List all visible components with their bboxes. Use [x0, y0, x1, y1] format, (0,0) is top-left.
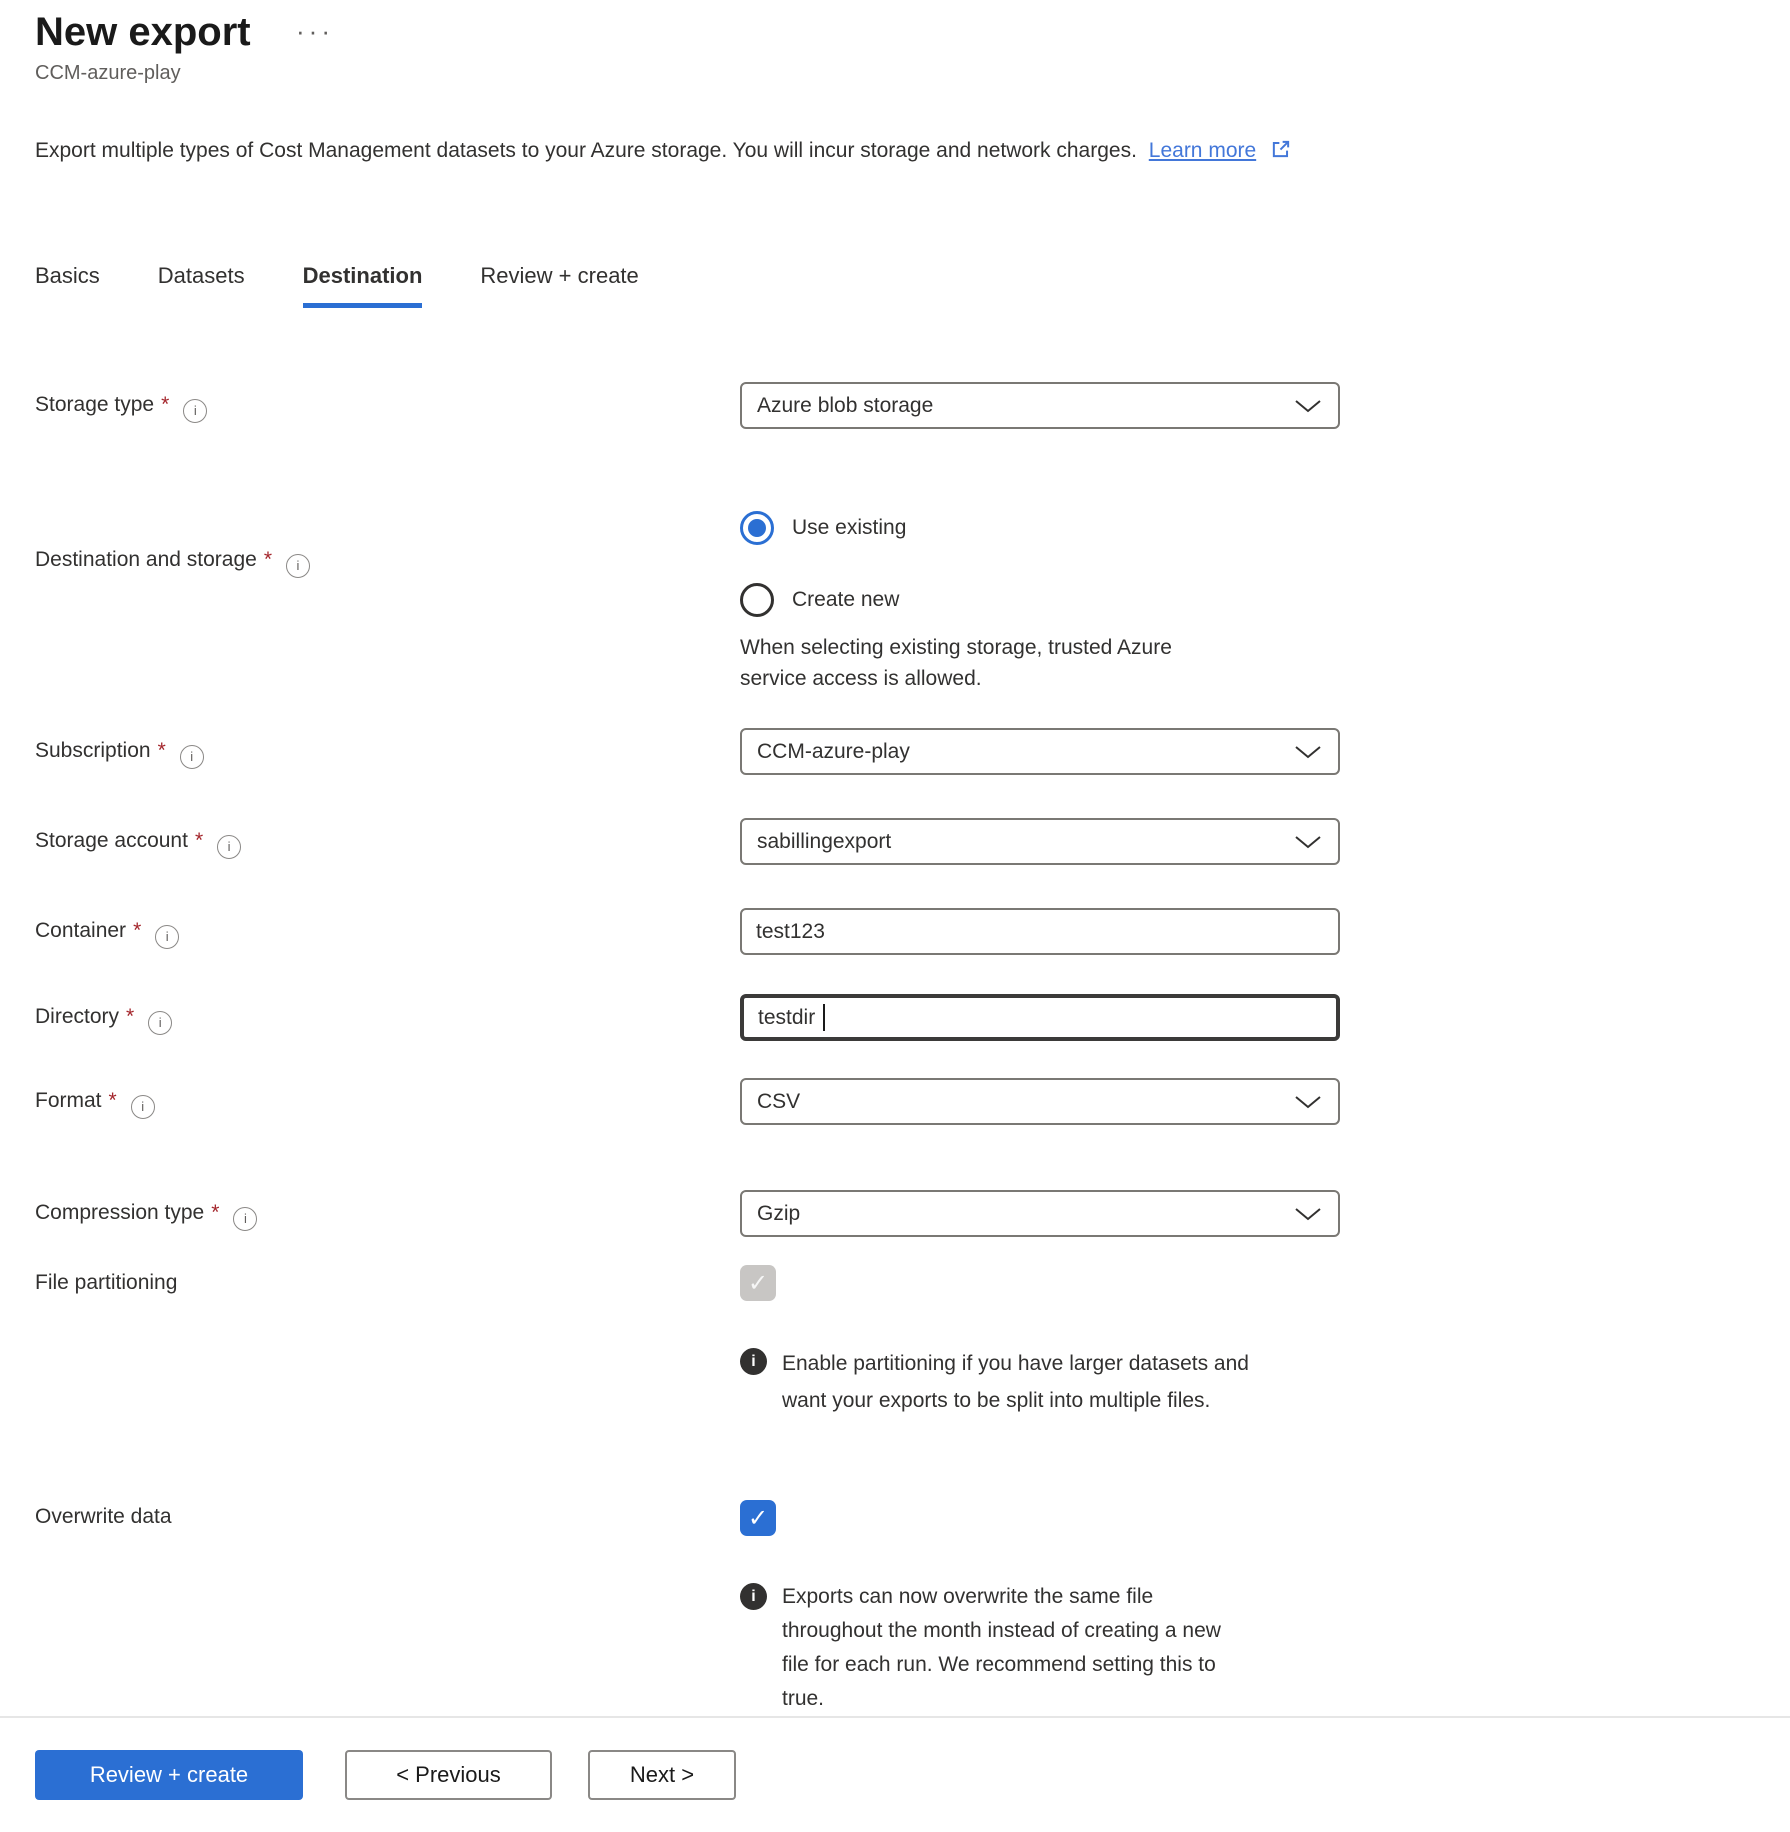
radio-create-new-label: Create new [792, 588, 899, 612]
check-icon: ✓ [748, 1269, 768, 1298]
format-dropdown[interactable]: CSV [740, 1078, 1340, 1125]
compression-type-dropdown[interactable]: Gzip [740, 1190, 1340, 1237]
storage-type-value: Azure blob storage [757, 394, 933, 418]
file-partitioning-note: i Enable partitioning if you have larger… [740, 1345, 1287, 1419]
overwrite-data-label: Overwrite data [35, 1502, 172, 1532]
info-icon[interactable]: i [286, 554, 310, 578]
page-title: New export [35, 10, 251, 55]
info-icon[interactable]: i [217, 835, 241, 859]
info-icon[interactable]: i [180, 745, 204, 769]
storage-account-dropdown[interactable]: sabillingexport [740, 818, 1340, 865]
subscription-value: CCM-azure-play [757, 740, 910, 764]
info-icon[interactable]: i [131, 1095, 155, 1119]
radio-use-existing-label: Use existing [792, 516, 906, 540]
tab-destination[interactable]: Destination [303, 263, 423, 308]
storage-account-value: sabillingexport [757, 830, 891, 854]
new-export-blade: New export ··· CCM-azure-play Export mul… [0, 0, 1790, 1832]
wizard-tabs: Basics Datasets Destination Review + cre… [35, 263, 639, 308]
info-icon[interactable]: i [233, 1207, 257, 1231]
footer-divider [0, 1716, 1790, 1718]
chevron-down-icon [1293, 834, 1323, 850]
overwrite-data-note: i Exports can now overwrite the same fil… [740, 1580, 1252, 1716]
info-filled-icon: i [740, 1348, 767, 1375]
radio-selected-icon [740, 511, 774, 545]
chevron-down-icon [1293, 1094, 1323, 1110]
subscription-subtitle: CCM-azure-play [35, 62, 181, 85]
container-input[interactable] [740, 908, 1340, 955]
overwrite-data-note-text: Exports can now overwrite the same file … [782, 1580, 1252, 1716]
tab-basics[interactable]: Basics [35, 263, 100, 308]
text-cursor [823, 1004, 825, 1031]
radio-create-new[interactable]: Create new [740, 583, 899, 617]
description-text: Export multiple types of Cost Management… [35, 139, 1137, 162]
overwrite-data-checkbox[interactable]: ✓ [740, 1500, 776, 1536]
file-partitioning-note-text: Enable partitioning if you have larger d… [782, 1345, 1287, 1419]
destination-helper-text: When selecting existing storage, trusted… [740, 632, 1240, 694]
info-icon[interactable]: i [148, 1011, 172, 1035]
review-create-button[interactable]: Review + create [35, 1750, 303, 1800]
info-filled-icon: i [740, 1583, 767, 1610]
directory-label: Directory*i [35, 1002, 172, 1035]
tab-datasets[interactable]: Datasets [158, 263, 245, 308]
more-menu-icon[interactable]: ··· [296, 16, 334, 47]
radio-use-existing[interactable]: Use existing [740, 511, 906, 545]
compression-type-label: Compression type*i [35, 1198, 257, 1231]
directory-input[interactable] [740, 994, 1340, 1041]
previous-button[interactable]: < Previous [345, 1750, 552, 1800]
container-label: Container*i [35, 916, 179, 949]
storage-type-label: Storage type*i [35, 390, 207, 423]
radio-unselected-icon [740, 583, 774, 617]
compression-type-value: Gzip [757, 1202, 800, 1226]
destination-and-storage-label: Destination and storage*i [35, 545, 310, 578]
format-label: Format*i [35, 1086, 155, 1119]
chevron-down-icon [1293, 398, 1323, 414]
tab-review-create[interactable]: Review + create [480, 263, 638, 308]
next-button[interactable]: Next > [588, 1750, 736, 1800]
file-partitioning-label: File partitioning [35, 1268, 177, 1298]
subscription-label: Subscription*i [35, 736, 204, 769]
chevron-down-icon [1293, 1206, 1323, 1222]
external-link-icon[interactable] [1270, 138, 1292, 166]
description: Export multiple types of Cost Management… [35, 138, 1292, 166]
learn-more-link[interactable]: Learn more [1149, 139, 1256, 162]
chevron-down-icon [1293, 744, 1323, 760]
info-icon[interactable]: i [183, 399, 207, 423]
storage-type-dropdown[interactable]: Azure blob storage [740, 382, 1340, 429]
check-icon: ✓ [748, 1504, 768, 1533]
storage-account-label: Storage account*i [35, 826, 241, 859]
file-partitioning-checkbox: ✓ [740, 1265, 776, 1301]
format-value: CSV [757, 1090, 800, 1114]
info-icon[interactable]: i [155, 925, 179, 949]
subscription-dropdown[interactable]: CCM-azure-play [740, 728, 1340, 775]
